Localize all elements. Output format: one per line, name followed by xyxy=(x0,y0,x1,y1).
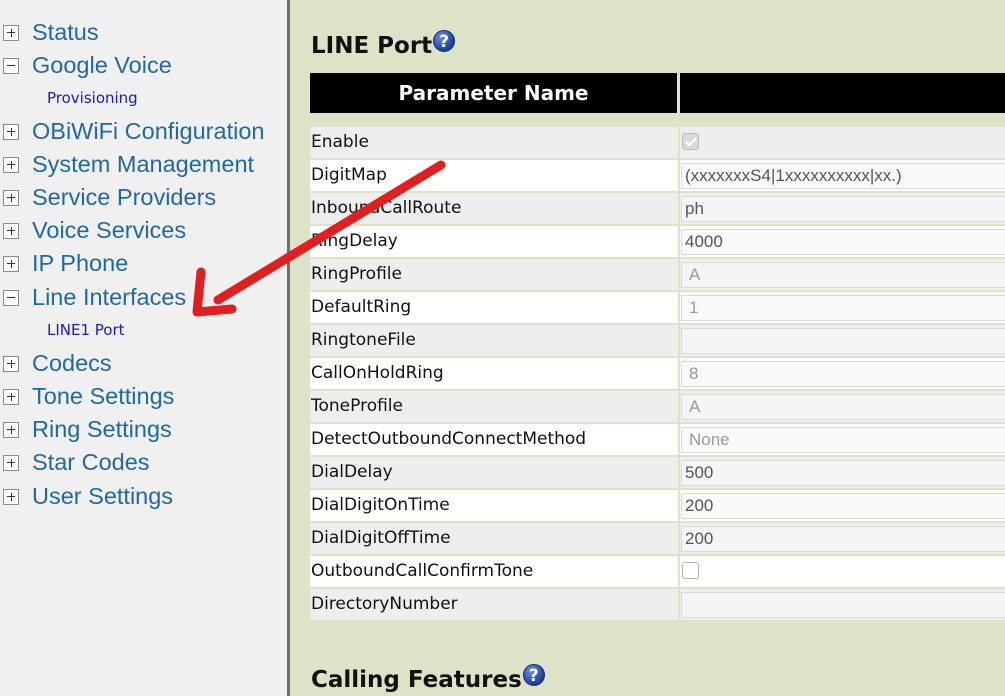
table-row: DetectOutboundConnectMethod None xyxy=(310,424,1005,455)
expand-icon[interactable] xyxy=(3,454,19,471)
help-icon[interactable]: ? xyxy=(522,664,545,686)
expand-icon[interactable] xyxy=(3,123,19,140)
sidebar-nav: Status Google Voice Provisioning OBiWiFi… xyxy=(0,0,287,696)
nav-label[interactable]: Status xyxy=(32,19,99,46)
select-detectoutboundconnectmethod: None xyxy=(681,427,1005,453)
parameter-value-cell: A xyxy=(680,391,1005,422)
nav-label[interactable]: Service Providers xyxy=(32,184,216,211)
nav-subitem-line1-port[interactable]: LINE1 Port xyxy=(47,318,125,342)
parameter-value-cell: 500 xyxy=(680,457,1005,488)
column-header-value xyxy=(680,73,1005,113)
select-toneprofile: A xyxy=(681,394,1005,420)
checkbox-outboundcallconfirmtone[interactable] xyxy=(682,562,699,579)
section-title-calling-features: Calling Features? xyxy=(311,664,545,693)
column-header-parameter-name: Parameter Name xyxy=(310,73,677,113)
table-row: CallOnHoldRing 8 xyxy=(310,358,1005,389)
expand-icon[interactable] xyxy=(3,255,19,272)
select-ringprofile: A xyxy=(681,262,1005,288)
section-title-text: Calling Features xyxy=(311,667,522,693)
parameter-name: DefaultRing xyxy=(310,292,678,323)
expand-icon[interactable] xyxy=(3,488,19,505)
table-row: DefaultRing 1 xyxy=(310,292,1005,323)
parameter-name: CallOnHoldRing xyxy=(310,358,678,389)
parameter-value-cell xyxy=(680,556,1005,587)
expand-icon[interactable] xyxy=(3,421,19,438)
parameter-value-cell: 1 xyxy=(680,292,1005,323)
parameter-value-cell: 200 xyxy=(680,490,1005,521)
expand-icon[interactable] xyxy=(3,222,19,239)
collapse-icon[interactable] xyxy=(3,289,19,306)
table-row: RingDelay 4000 xyxy=(310,226,1005,257)
input-digitmap[interactable]: (xxxxxxxS4|1xxxxxxxxxx|xx.) xyxy=(681,163,1005,189)
table-row: DialDelay 500 xyxy=(310,457,1005,488)
input-dialdigitontime[interactable]: 200 xyxy=(681,493,1005,519)
parameter-name: DialDelay xyxy=(310,457,678,488)
expand-icon[interactable] xyxy=(3,388,19,405)
parameter-name: DialDigitOnTime xyxy=(310,490,678,521)
table-row: RingtoneFile xyxy=(310,325,1005,356)
checkbox-enable xyxy=(682,133,699,150)
section-title-line-port: LINE Port? xyxy=(311,30,456,59)
input-dialdigitofftime[interactable]: 200 xyxy=(681,526,1005,552)
parameter-value-cell: 4000 xyxy=(680,226,1005,257)
parameter-name: DetectOutboundConnectMethod xyxy=(310,424,678,455)
help-icon[interactable]: ? xyxy=(433,30,456,52)
table-row: InboundCallRoute ph xyxy=(310,193,1005,224)
table-row: DialDigitOnTime 200 xyxy=(310,490,1005,521)
select-callonholdring: 8 xyxy=(681,361,1005,387)
table-row: DirectoryNumber xyxy=(310,589,1005,620)
nav-label[interactable]: OBiWiFi Configuration xyxy=(32,118,264,145)
nav-label[interactable]: Voice Services xyxy=(32,217,186,244)
table-row: DialDigitOffTime 200 xyxy=(310,523,1005,554)
parameter-name: DirectoryNumber xyxy=(310,589,678,620)
parameter-name: InboundCallRoute xyxy=(310,193,678,224)
nav-label[interactable]: User Settings xyxy=(32,483,173,510)
table-row: Enable xyxy=(310,127,1005,158)
nav-label[interactable]: Codecs xyxy=(32,350,112,377)
select-defaultring: 1 xyxy=(681,295,1005,321)
parameter-value-cell: None xyxy=(680,424,1005,455)
parameter-name: ToneProfile xyxy=(310,391,678,422)
nav-label[interactable]: Star Codes xyxy=(32,449,150,476)
expand-icon[interactable] xyxy=(3,156,19,173)
parameter-value-cell: A xyxy=(680,259,1005,290)
nav-label[interactable]: Google Voice xyxy=(32,52,172,79)
table-row: RingProfile A xyxy=(310,259,1005,290)
nav-subitem-provisioning[interactable]: Provisioning xyxy=(47,86,138,110)
section-title-text: LINE Port xyxy=(311,33,433,59)
input-ringtonefile[interactable] xyxy=(681,328,1005,354)
parameter-name: DialDigitOffTime xyxy=(310,523,678,554)
parameter-value-cell: ph xyxy=(680,193,1005,224)
nav-label[interactable]: Line Interfaces xyxy=(32,284,186,311)
expand-icon[interactable] xyxy=(3,355,19,372)
input-inboundcallroute[interactable]: ph xyxy=(681,196,1005,222)
parameter-value-cell: 200 xyxy=(680,523,1005,554)
main-content: LINE Port? Parameter Name Enable DigitMap… xyxy=(290,0,1005,696)
nav-label[interactable]: Ring Settings xyxy=(32,416,172,443)
table-row: ToneProfile A xyxy=(310,391,1005,422)
parameter-name: DigitMap xyxy=(310,160,678,191)
expand-icon[interactable] xyxy=(3,24,19,41)
nav-label[interactable]: Tone Settings xyxy=(32,383,174,410)
parameter-name: Enable xyxy=(310,127,678,158)
parameter-name: RingtoneFile xyxy=(310,325,678,356)
input-directorynumber[interactable] xyxy=(681,592,1005,618)
expand-icon[interactable] xyxy=(3,189,19,206)
parameter-value-cell xyxy=(680,589,1005,620)
nav-label[interactable]: IP Phone xyxy=(32,250,128,277)
parameter-value-cell: 8 xyxy=(680,358,1005,389)
collapse-icon[interactable] xyxy=(3,57,19,74)
table-row: OutboundCallConfirmTone xyxy=(310,556,1005,587)
input-ringdelay[interactable]: 4000 xyxy=(681,229,1005,255)
nav-label[interactable]: System Management xyxy=(32,151,254,178)
parameter-name: RingDelay xyxy=(310,226,678,257)
parameter-name: RingProfile xyxy=(310,259,678,290)
table-row: DigitMap (xxxxxxxS4|1xxxxxxxxxx|xx.) xyxy=(310,160,1005,191)
parameter-value-cell xyxy=(680,127,1005,158)
input-dialdelay[interactable]: 500 xyxy=(681,460,1005,486)
parameter-name: OutboundCallConfirmTone xyxy=(310,556,678,587)
parameter-value-cell xyxy=(680,325,1005,356)
parameter-value-cell: (xxxxxxxS4|1xxxxxxxxxx|xx.) xyxy=(680,160,1005,191)
